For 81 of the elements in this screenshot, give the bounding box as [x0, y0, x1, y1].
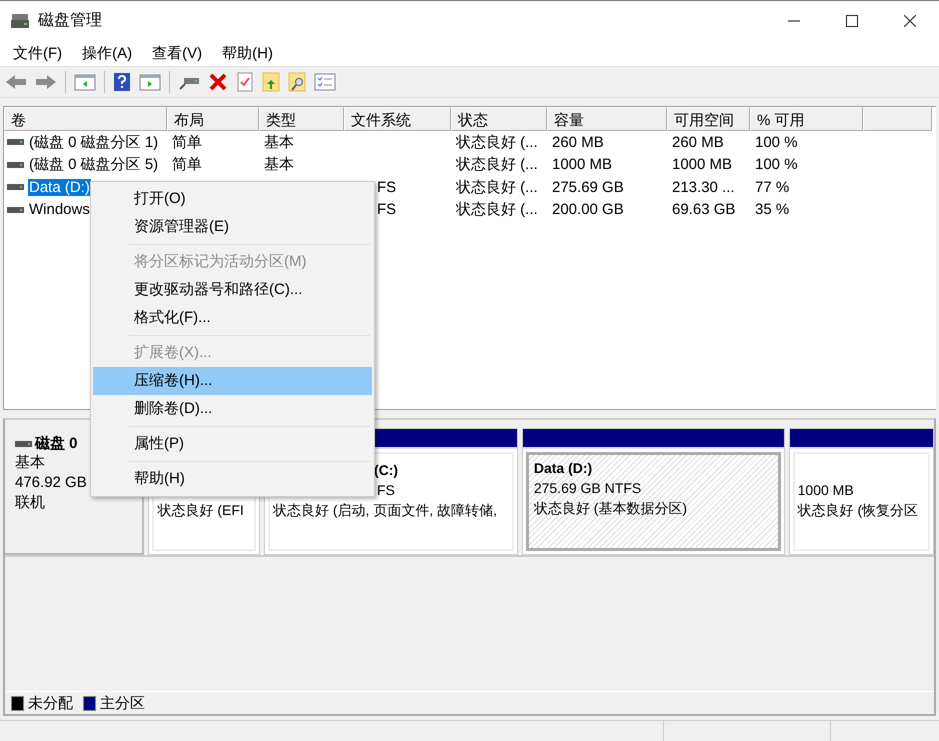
- partition-status: 状态良好 (启动, 页面文件, 故障转储,: [272, 502, 497, 518]
- maximize-icon[interactable]: [846, 14, 858, 26]
- column-header[interactable]: [863, 107, 932, 131]
- checked-document-icon[interactable]: [236, 72, 254, 92]
- table-cell: 状态良好 (...: [456, 178, 538, 197]
- table-cell-text: FS: [376, 201, 396, 218]
- disk-state: 联机: [15, 493, 46, 513]
- partition-block[interactable]: Data (D:) 275.69 GB NTFS 状态良好 (基本数据分区): [526, 452, 781, 551]
- context-menu-item[interactable]: 打开(O): [93, 185, 372, 213]
- table-cell: 100 %: [755, 134, 798, 151]
- menu-item[interactable]: 文件(F): [5, 44, 70, 62]
- column-header[interactable]: 文件系统: [344, 107, 451, 131]
- table-cell: 100 %: [755, 156, 798, 174]
- volume-name[interactable]: Data (D:): [28, 178, 91, 196]
- folder-up-icon[interactable]: [262, 72, 280, 92]
- column-header[interactable]: % 可用: [750, 107, 863, 131]
- partition-status: 状态良好 (基本数据分区): [534, 500, 688, 516]
- table-cell: 77 %: [755, 178, 790, 196]
- table-cell: 1000 MB: [672, 156, 732, 174]
- table-cell: 基本: [264, 132, 294, 152]
- menu-item[interactable]: 操作(A): [74, 44, 140, 62]
- forward-arrow-icon[interactable]: [35, 73, 57, 91]
- partition-size: 275.69 GB NTFS: [534, 480, 642, 496]
- table-cell: 200.00 GB: [552, 201, 624, 218]
- column-header[interactable]: 容量: [547, 107, 667, 131]
- disk-type: 基本: [15, 453, 46, 473]
- disk-drive-icon: [7, 183, 24, 192]
- disk-drive-icon: [7, 160, 24, 169]
- menu-item[interactable]: 帮助(H): [214, 44, 281, 62]
- column-header[interactable]: 可用空间: [667, 107, 750, 131]
- context-menu-item[interactable]: 格式化(F)...: [93, 304, 372, 332]
- partition-block[interactable]: 1000 MB 状态良好 (恢复分区: [792, 452, 930, 551]
- disk-name: 磁盘 0: [35, 434, 78, 453]
- table-cell: 69.63 GB: [672, 201, 736, 218]
- table-cell: 状态良好 (...: [456, 200, 538, 220]
- table-cell: 213.30 ...: [672, 178, 735, 196]
- volume-name[interactable]: Windows: [28, 201, 91, 218]
- column-header[interactable]: 类型: [259, 107, 344, 131]
- delete-icon[interactable]: [208, 73, 228, 91]
- help-icon[interactable]: [113, 72, 131, 92]
- partition-status: 状态良好 (EFI: [157, 502, 244, 518]
- table-cell-text: FS: [376, 178, 396, 196]
- console-tree-icon[interactable]: [74, 73, 96, 91]
- partition-size: FS: [376, 482, 395, 498]
- partition-status: 状态良好 (恢复分区: [798, 502, 918, 518]
- disk-size: 476.92 GB: [15, 473, 88, 493]
- disk-drive-icon: [10, 12, 30, 28]
- table-cell: 1000 MB: [552, 156, 612, 174]
- close-icon[interactable]: [904, 14, 916, 26]
- table-cell: 基本: [264, 155, 294, 174]
- disk-drive-icon: [7, 206, 24, 214]
- window-title: 磁盘管理: [38, 11, 102, 31]
- table-cell: 简单: [172, 155, 202, 174]
- checklist-icon[interactable]: [314, 73, 336, 91]
- volume-name[interactable]: (磁盘 0 磁盘分区 1): [28, 132, 160, 152]
- table-cell: 状态良好 (...: [456, 155, 538, 174]
- legend-label: 未分配: [28, 694, 73, 712]
- column-header[interactable]: 布局: [167, 107, 259, 131]
- disk-drive-icon: [7, 138, 24, 146]
- table-cell: 260 MB: [672, 134, 724, 151]
- table-cell: 275.69 GB: [552, 178, 624, 196]
- table-cell: 简单: [172, 132, 202, 152]
- context-menu-item[interactable]: 更改驱动器号和路径(C)...: [93, 276, 372, 304]
- back-arrow-icon[interactable]: [5, 73, 27, 91]
- context-menu-item[interactable]: 资源管理器(E): [93, 213, 372, 241]
- partition-title: (C:): [374, 462, 398, 478]
- menu-item[interactable]: 查看(V): [144, 44, 210, 62]
- volume-name[interactable]: (磁盘 0 磁盘分区 5): [28, 155, 160, 174]
- column-header[interactable]: 卷: [4, 107, 167, 131]
- column-header[interactable]: 状态: [451, 107, 547, 131]
- context-menu-item[interactable]: 删除卷(D)...: [93, 395, 372, 423]
- table-cell: 35 %: [755, 201, 790, 218]
- table-cell: 260 MB: [552, 134, 604, 151]
- context-menu-item[interactable]: 压缩卷(H)...: [93, 367, 372, 395]
- window-pane-icon[interactable]: [139, 73, 161, 91]
- legend-label: 主分区: [100, 694, 145, 712]
- folder-search-icon[interactable]: [288, 72, 306, 92]
- disk-drive-icon: [15, 440, 32, 448]
- partition-size: 1000 MB: [798, 482, 854, 498]
- table-cell: 状态良好 (...: [456, 132, 538, 152]
- partition-title: Data (D:): [534, 460, 592, 476]
